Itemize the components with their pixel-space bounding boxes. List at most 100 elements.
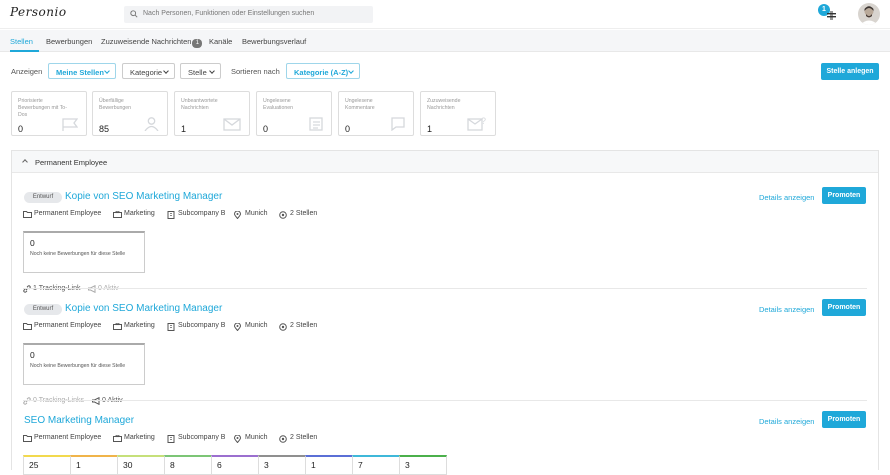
checklist-icon bbox=[309, 117, 323, 131]
briefcase-icon bbox=[113, 323, 122, 330]
applications-summary[interactable]: 0 Noch keine Bewerbungen für diese Stell… bbox=[23, 343, 145, 385]
employment-text: Permanent Employee bbox=[34, 434, 102, 441]
stat-value: 0 bbox=[263, 124, 269, 134]
details-link[interactable]: Details anzeigen bbox=[759, 305, 814, 314]
sort-dropdown[interactable]: Kategorie (A-Z) bbox=[286, 63, 360, 79]
job-title-link[interactable]: Kopie von SEO Marketing Manager bbox=[65, 303, 222, 314]
stage-count: 1 bbox=[311, 460, 316, 470]
briefcase-icon bbox=[113, 211, 122, 218]
building-icon bbox=[167, 323, 175, 331]
building-icon bbox=[167, 211, 175, 219]
stat-card-prioritized[interactable]: Priorisierte Bewerbungen mit To-Dos 0 bbox=[11, 91, 87, 136]
department-text: Marketing bbox=[124, 210, 155, 217]
company-text: Subcompany B bbox=[178, 434, 226, 441]
search-icon bbox=[130, 10, 138, 18]
top-bar: Personio Nach Personen, Funktionen oder … bbox=[0, 0, 890, 29]
svg-text:?: ? bbox=[481, 116, 486, 126]
pipeline-stage[interactable]: 6 bbox=[211, 455, 259, 475]
positions-text: 2 Stellen bbox=[290, 210, 318, 217]
megaphone-icon bbox=[92, 397, 100, 405]
target-icon bbox=[279, 211, 287, 219]
pipeline-stage[interactable]: 30 bbox=[117, 455, 165, 475]
job-title-link[interactable]: Kopie von SEO Marketing Manager bbox=[65, 191, 222, 202]
pipeline-stage[interactable]: 1 bbox=[305, 455, 353, 475]
office-text: Munich bbox=[245, 434, 268, 441]
positions-text: 2 Stellen bbox=[290, 434, 318, 441]
comment-icon bbox=[391, 117, 405, 131]
building-icon bbox=[167, 435, 175, 443]
stage-count: 25 bbox=[29, 460, 39, 470]
search-input[interactable]: Nach Personen, Funktionen oder Einstellu… bbox=[143, 10, 314, 17]
group-header[interactable]: Permanent Employee bbox=[12, 151, 878, 173]
stat-value: 0 bbox=[345, 124, 351, 134]
map-pin-icon bbox=[234, 435, 241, 443]
employment-text: Permanent Employee bbox=[34, 322, 102, 329]
tab-label: Zuzuweisende Nachrichten bbox=[101, 37, 192, 46]
company-text: Subcompany B bbox=[178, 210, 226, 217]
stage-count: 3 bbox=[264, 460, 269, 470]
envelope-question-icon: ? bbox=[467, 116, 486, 131]
tab-bewerbungsverlauf[interactable]: Bewerbungsverlauf bbox=[242, 37, 306, 46]
pipeline-stage[interactable]: 3 bbox=[399, 455, 447, 475]
filter-bar: Anzeigen Meine Stellen Kategorie Stelle … bbox=[0, 63, 890, 80]
stat-label: Unbeantwortete Nachrichten bbox=[181, 98, 218, 111]
chevron-down-icon bbox=[209, 68, 215, 74]
stage-count: 3 bbox=[405, 460, 410, 470]
stat-value: 1 bbox=[427, 124, 433, 134]
stat-value: 1 bbox=[181, 124, 187, 134]
search-bar[interactable]: Nach Personen, Funktionen oder Einstellu… bbox=[124, 6, 373, 23]
stat-card-overdue[interactable]: Überfällige Bewerbungen 85 bbox=[92, 91, 168, 136]
tab-zuzuweisende-nachrichten[interactable]: Zuzuweisende Nachrichten 1 bbox=[101, 37, 203, 48]
my-jobs-dropdown[interactable]: Meine Stellen bbox=[48, 63, 116, 79]
applications-summary[interactable]: 0 Noch keine Bewerbungen für diese Stell… bbox=[23, 231, 145, 273]
link-icon bbox=[23, 397, 31, 405]
positions-text: 2 Stellen bbox=[290, 322, 318, 329]
promote-button[interactable]: Promoten bbox=[822, 187, 866, 204]
stat-value: 0 bbox=[18, 124, 24, 134]
promote-button[interactable]: Promoten bbox=[822, 411, 866, 428]
flag-icon bbox=[62, 118, 78, 131]
envelope-icon bbox=[223, 118, 241, 131]
office-text: Munich bbox=[245, 322, 268, 329]
create-job-button[interactable]: Stelle anlegen bbox=[821, 63, 879, 80]
group-title: Permanent Employee bbox=[35, 158, 108, 167]
details-link[interactable]: Details anzeigen bbox=[759, 417, 814, 426]
details-link[interactable]: Details anzeigen bbox=[759, 193, 814, 202]
folder-icon bbox=[23, 323, 32, 330]
position-dropdown[interactable]: Stelle bbox=[180, 63, 221, 79]
position-value: Stelle bbox=[188, 68, 207, 77]
notifications-button[interactable]: 1 bbox=[818, 4, 838, 24]
stat-card-unanswered[interactable]: Unbeantwortete Nachrichten 1 bbox=[174, 91, 250, 136]
pipeline-stage[interactable]: 3 bbox=[258, 455, 306, 475]
employment-text: Permanent Employee bbox=[34, 210, 102, 217]
chevron-down-icon bbox=[163, 68, 169, 74]
tab-bewerbungen[interactable]: Bewerbungen bbox=[46, 37, 92, 46]
pipeline-stage[interactable]: 7 bbox=[352, 455, 400, 475]
pipeline-stage[interactable]: 8 bbox=[164, 455, 212, 475]
divider bbox=[23, 400, 867, 401]
pipeline-stage[interactable]: 25 bbox=[23, 455, 71, 475]
stage-count: 8 bbox=[170, 460, 175, 470]
stat-card-assign-messages[interactable]: Zuzuweisende Nachrichten 1 ? bbox=[420, 91, 496, 136]
category-dropdown[interactable]: Kategorie bbox=[122, 63, 175, 79]
tab-stellen[interactable]: Stellen bbox=[10, 37, 33, 46]
active-tab-indicator bbox=[10, 50, 39, 52]
category-value: Kategorie bbox=[130, 68, 163, 77]
department-text: Marketing bbox=[124, 322, 155, 329]
pipeline-stage[interactable]: 1 bbox=[70, 455, 118, 475]
folder-icon bbox=[23, 211, 32, 218]
stat-card-comments[interactable]: Ungelesene Kommentare 0 bbox=[338, 91, 414, 136]
personio-logo[interactable]: Personio bbox=[10, 5, 67, 19]
stat-label: Überfällige Bewerbungen bbox=[99, 98, 132, 111]
tab-kanaele[interactable]: Kanäle bbox=[209, 37, 232, 46]
target-icon bbox=[279, 323, 287, 331]
stat-card-evaluations[interactable]: Ungelesene Evaluationen 0 bbox=[256, 91, 332, 136]
stat-value: 85 bbox=[99, 124, 110, 134]
divider bbox=[23, 288, 867, 289]
link-icon bbox=[23, 285, 31, 293]
promote-button[interactable]: Promoten bbox=[822, 299, 866, 316]
user-avatar[interactable] bbox=[858, 3, 880, 25]
stage-count: 6 bbox=[217, 460, 222, 470]
person-icon bbox=[144, 117, 159, 131]
job-title-link[interactable]: SEO Marketing Manager bbox=[24, 415, 134, 426]
